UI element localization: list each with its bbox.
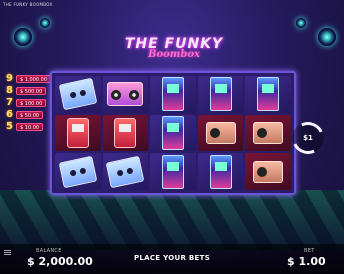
paytable-count: 5 (6, 121, 13, 132)
speaker-icon (40, 18, 50, 28)
spin-bet-value: $1 (303, 134, 313, 142)
cassette-icon (106, 155, 145, 188)
game-scene: THE FUNKY BOOMBOX THE FUNKY Boombox 9 $ … (0, 0, 344, 274)
reel-cell (102, 114, 149, 152)
radio-icon (253, 160, 284, 183)
radio-icon (253, 121, 284, 144)
arcade-icon (161, 77, 184, 112)
walkman-icon (114, 117, 137, 148)
speaker-icon (14, 28, 32, 46)
paytable-count: 7 (6, 97, 13, 108)
reel-cell (245, 114, 291, 152)
reel-cell (55, 76, 101, 113)
paytable-row: 7 $ 100.00 (2, 97, 54, 108)
bet-label: BET (304, 248, 315, 254)
reel-cell (197, 76, 244, 113)
boombox-icon (107, 82, 144, 107)
paytable: 9 $ 1,000.00 8 $ 500.00 7 $ 100.00 6 $ 5… (2, 73, 54, 133)
paytable-row: 9 $ 1,000.00 (2, 73, 54, 84)
paytable-count: 9 (6, 73, 13, 84)
arcade-icon (161, 115, 184, 150)
game-logo: THE FUNKY Boombox (112, 36, 236, 70)
reel-cell (197, 153, 244, 190)
reel-cell (150, 114, 196, 152)
paytable-row: 6 $ 50.00 (2, 109, 54, 120)
reel-cell (245, 153, 291, 190)
walkman-icon (66, 117, 89, 148)
cassette-icon (58, 78, 98, 111)
reel-cell (150, 76, 196, 113)
paytable-count: 6 (6, 109, 13, 120)
reel-cell (55, 153, 101, 190)
reel-cell (197, 114, 244, 152)
reel-cell (150, 153, 196, 190)
paytable-count: 8 (6, 85, 13, 96)
cassette-icon (58, 155, 98, 188)
footer-bar: BALANCE $ 2,000.00 PLACE YOUR BETS BET $… (0, 244, 344, 274)
paytable-value: $ 1,000.00 (16, 74, 52, 83)
reel-cell (55, 114, 101, 152)
reel-cell (102, 76, 149, 113)
paytable-row: 5 $ 10.00 (2, 121, 54, 132)
paytable-value: $ 10.00 (16, 122, 44, 131)
arcade-icon (161, 154, 184, 189)
radio-icon (205, 121, 236, 144)
reel-cell (102, 153, 149, 190)
window-title: THE FUNKY BOOMBOX (3, 2, 53, 7)
paytable-value: $ 500.00 (16, 86, 47, 95)
bet-value[interactable]: $ 1.00 (287, 255, 326, 268)
arcade-icon (209, 77, 232, 112)
spin-button[interactable]: $1 (287, 117, 329, 159)
paytable-value: $ 50.00 (16, 110, 44, 119)
reels-grid (50, 71, 296, 195)
speaker-icon (318, 28, 336, 46)
speaker-icon (296, 18, 306, 28)
paytable-value: $ 100.00 (16, 98, 47, 107)
arcade-icon (209, 154, 232, 189)
arcade-icon (257, 77, 280, 112)
reel-cell (245, 76, 291, 113)
paytable-row: 8 $ 500.00 (2, 85, 54, 96)
